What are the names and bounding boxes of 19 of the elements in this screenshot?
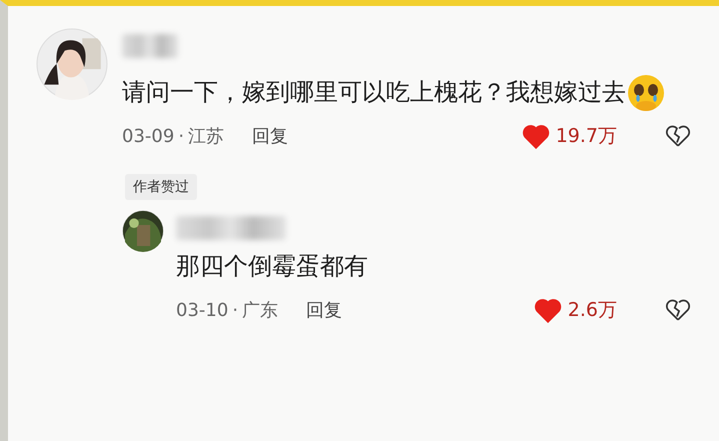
- comment-region: 江苏: [188, 125, 224, 148]
- comment-text: 请问一下，嫁到哪里可以吃上槐花？我想嫁过去: [122, 66, 719, 118]
- comment-region: 广东: [242, 299, 278, 322]
- reply-button[interactable]: 回复: [252, 124, 288, 148]
- blurred-username: [122, 34, 178, 58]
- broken-heart-icon[interactable]: [665, 298, 691, 322]
- like-count: 19.7万: [556, 124, 617, 149]
- reply-text: 那四个倒霉蛋都有: [176, 251, 369, 282]
- broken-heart-icon[interactable]: [665, 124, 691, 148]
- meta-separator: ·: [178, 126, 184, 146]
- like-count: 2.6万: [568, 298, 617, 323]
- heart-icon[interactable]: [534, 298, 562, 322]
- author-liked-badge: 作者赞过: [125, 174, 197, 200]
- comment-date: 03-10: [176, 300, 228, 320]
- meta-separator: ·: [232, 300, 238, 320]
- comment-date: 03-09: [122, 126, 174, 146]
- heart-icon[interactable]: [522, 124, 550, 148]
- crying-emoji-icon: [626, 73, 666, 114]
- reply-button[interactable]: 回复: [306, 298, 342, 322]
